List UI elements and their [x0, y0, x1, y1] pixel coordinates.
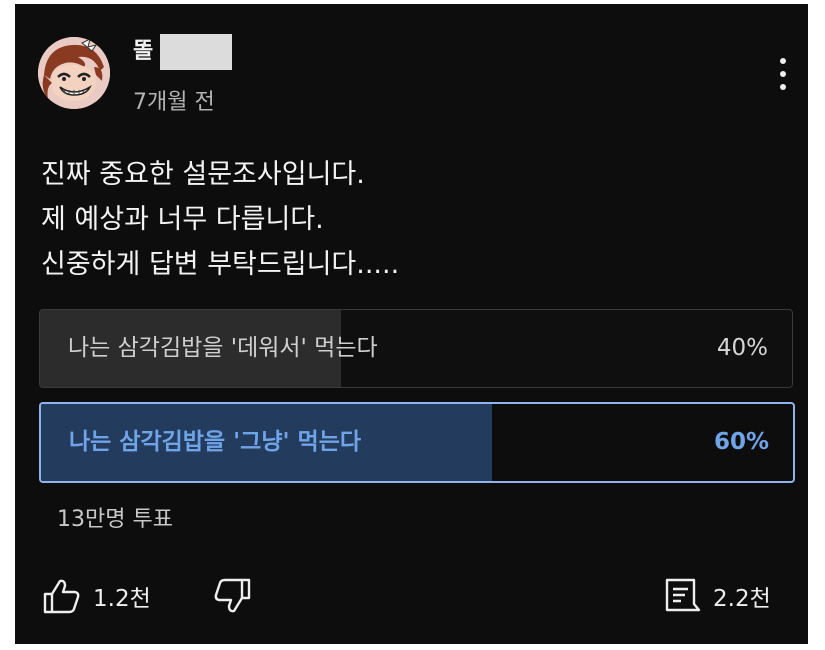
post-card: 똘 7개월 전 진짜 중요한 설문조사입니다. 제 예상과 너무 다릅니다. 신… [15, 4, 808, 644]
author-avatar[interactable] [38, 37, 110, 109]
post-body-line: 제 예상과 너무 다릅니다. [41, 204, 324, 235]
avatar-illustration [38, 37, 110, 109]
poll-option-label: 나는 삼각김밥을 '그냥' 먹는다 [69, 429, 362, 455]
post-body-line: 진짜 중요한 설문조사입니다. [41, 159, 365, 190]
poll-option-plain[interactable]: 나는 삼각김밥을 '그냥' 먹는다 60% [39, 402, 795, 483]
poll-option-percent: 60% [713, 429, 769, 455]
comments-button[interactable]: 2.2천 [661, 574, 771, 618]
more-vert-icon[interactable] [775, 58, 791, 94]
post-body-line: 신중하게 답변 부탁드립니다..... [41, 249, 400, 280]
poll-option-label: 나는 삼각김밥을 '데워서' 먹는다 [68, 335, 378, 361]
author-name-redaction [160, 34, 232, 70]
thumbs-down-icon [214, 578, 251, 613]
author-name[interactable]: 똘 [133, 34, 153, 70]
comment-icon [665, 578, 701, 612]
comment-count: 2.2천 [713, 586, 771, 612]
like-button[interactable]: 1.2천 [41, 574, 151, 618]
post-timestamp: 7개월 전 [133, 90, 215, 115]
poll-option-warmed[interactable]: 나는 삼각김밥을 '데워서' 먹는다 40% [39, 309, 793, 388]
post-body: 진짜 중요한 설문조사입니다. 제 예상과 너무 다릅니다. 신중하게 답변 부… [41, 152, 399, 287]
like-count: 1.2천 [93, 586, 151, 612]
dislike-button[interactable] [213, 574, 253, 618]
poll-option-percent: 40% [716, 335, 768, 361]
poll-vote-count: 13만명 투표 [57, 507, 173, 532]
thumbs-up-icon [43, 579, 80, 614]
